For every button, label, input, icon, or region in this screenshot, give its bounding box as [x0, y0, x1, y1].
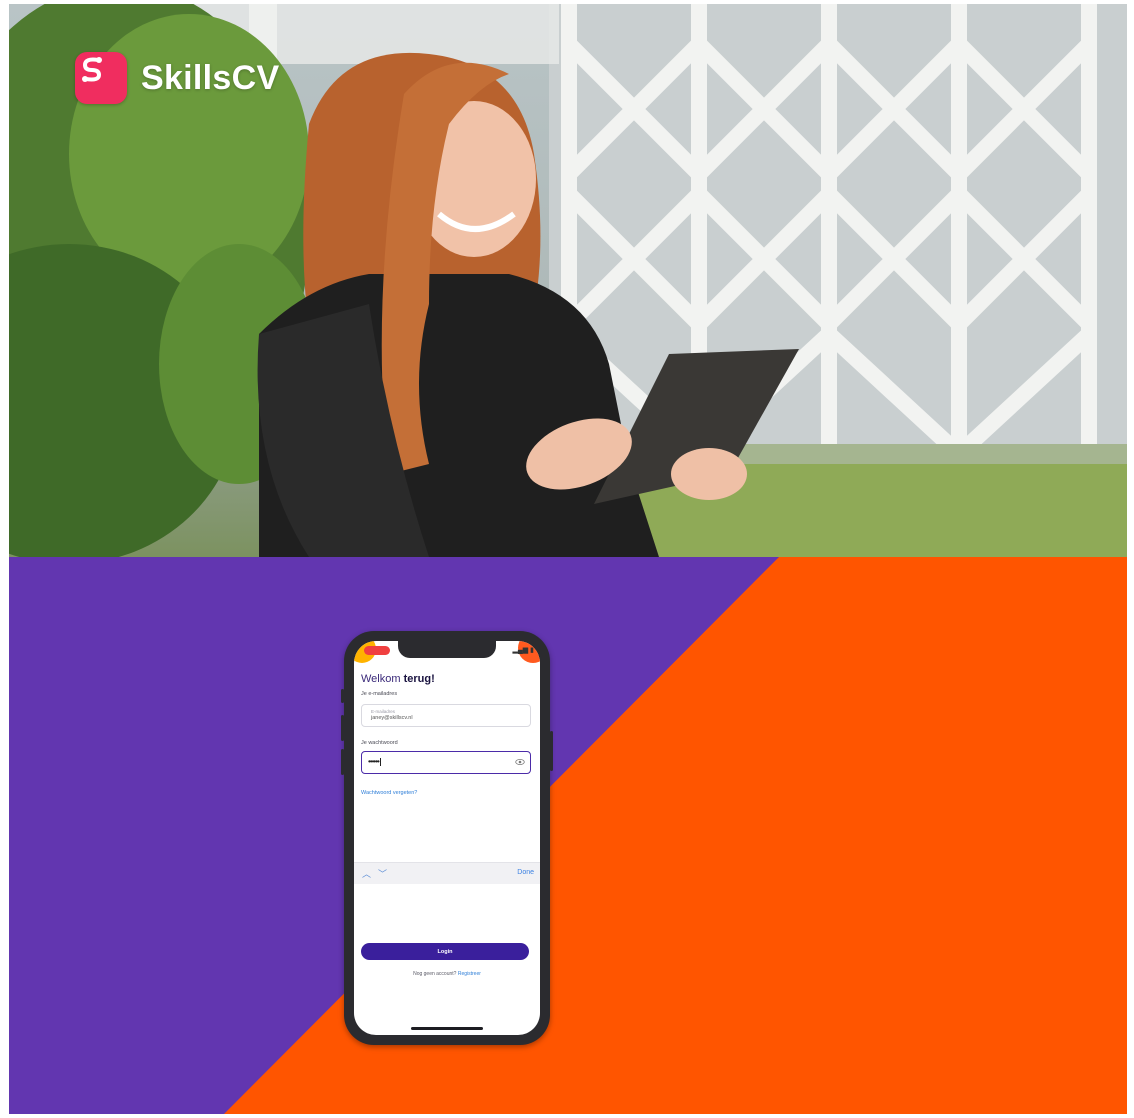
email-placeholder: E-mailadres	[371, 709, 396, 714]
split-background	[9, 557, 1127, 1114]
brand-logo[interactable]: SkillsCV	[75, 52, 279, 104]
phone-mockup: ▂▄▆ ▮ Welkom terug! Je e-mailadres E-mai…	[341, 631, 553, 1045]
password-value: ••••••	[368, 757, 381, 766]
password-label: Je wachtwoord	[361, 740, 398, 746]
phone-volume-up	[341, 715, 344, 741]
signal-battery-icon: ▂▄▆ ▮	[512, 647, 534, 654]
home-indicator	[411, 1027, 483, 1030]
login-screen: ▂▄▆ ▮ Welkom terug! Je e-mailadres E-mai…	[354, 641, 540, 1035]
keyboard-done-button[interactable]: Done	[517, 869, 534, 876]
phone-power-button	[550, 731, 553, 771]
skillscv-logo-icon	[75, 52, 127, 104]
email-label: Je e-mailadres	[361, 691, 398, 697]
register-prompt: Nog geen account? Registreer	[413, 971, 481, 977]
status-pill	[364, 646, 390, 655]
phone-volume-down	[341, 749, 344, 775]
app-frame: SkillsCV ▂▄▆ ▮ Welkom terug! Je e-mailad…	[9, 4, 1127, 1114]
hero-photo: SkillsCV	[9, 4, 1127, 557]
chevron-up-icon[interactable]: ︿	[362, 867, 371, 880]
phone-notch	[398, 641, 496, 658]
brand-name: SkillsCV	[141, 58, 280, 97]
login-button[interactable]: Login	[361, 943, 529, 960]
welcome-title: Welkom terug!	[361, 673, 435, 685]
email-value: janey@skillscv.nl	[371, 715, 413, 721]
password-field[interactable]: ••••••	[361, 751, 531, 774]
forgot-password-link[interactable]: Wachtwoord vergeten?	[361, 790, 417, 796]
eye-icon[interactable]	[515, 757, 525, 767]
split-diagonal-shape	[9, 557, 779, 1114]
register-link[interactable]: Registreer	[458, 971, 481, 977]
keyboard-toolbar: ︿ ﹀ Done	[354, 862, 540, 884]
phone-mute-switch	[341, 689, 344, 703]
email-field[interactable]: E-mailadres janey@skillscv.nl	[361, 704, 531, 727]
chevron-down-icon[interactable]: ﹀	[378, 867, 387, 880]
